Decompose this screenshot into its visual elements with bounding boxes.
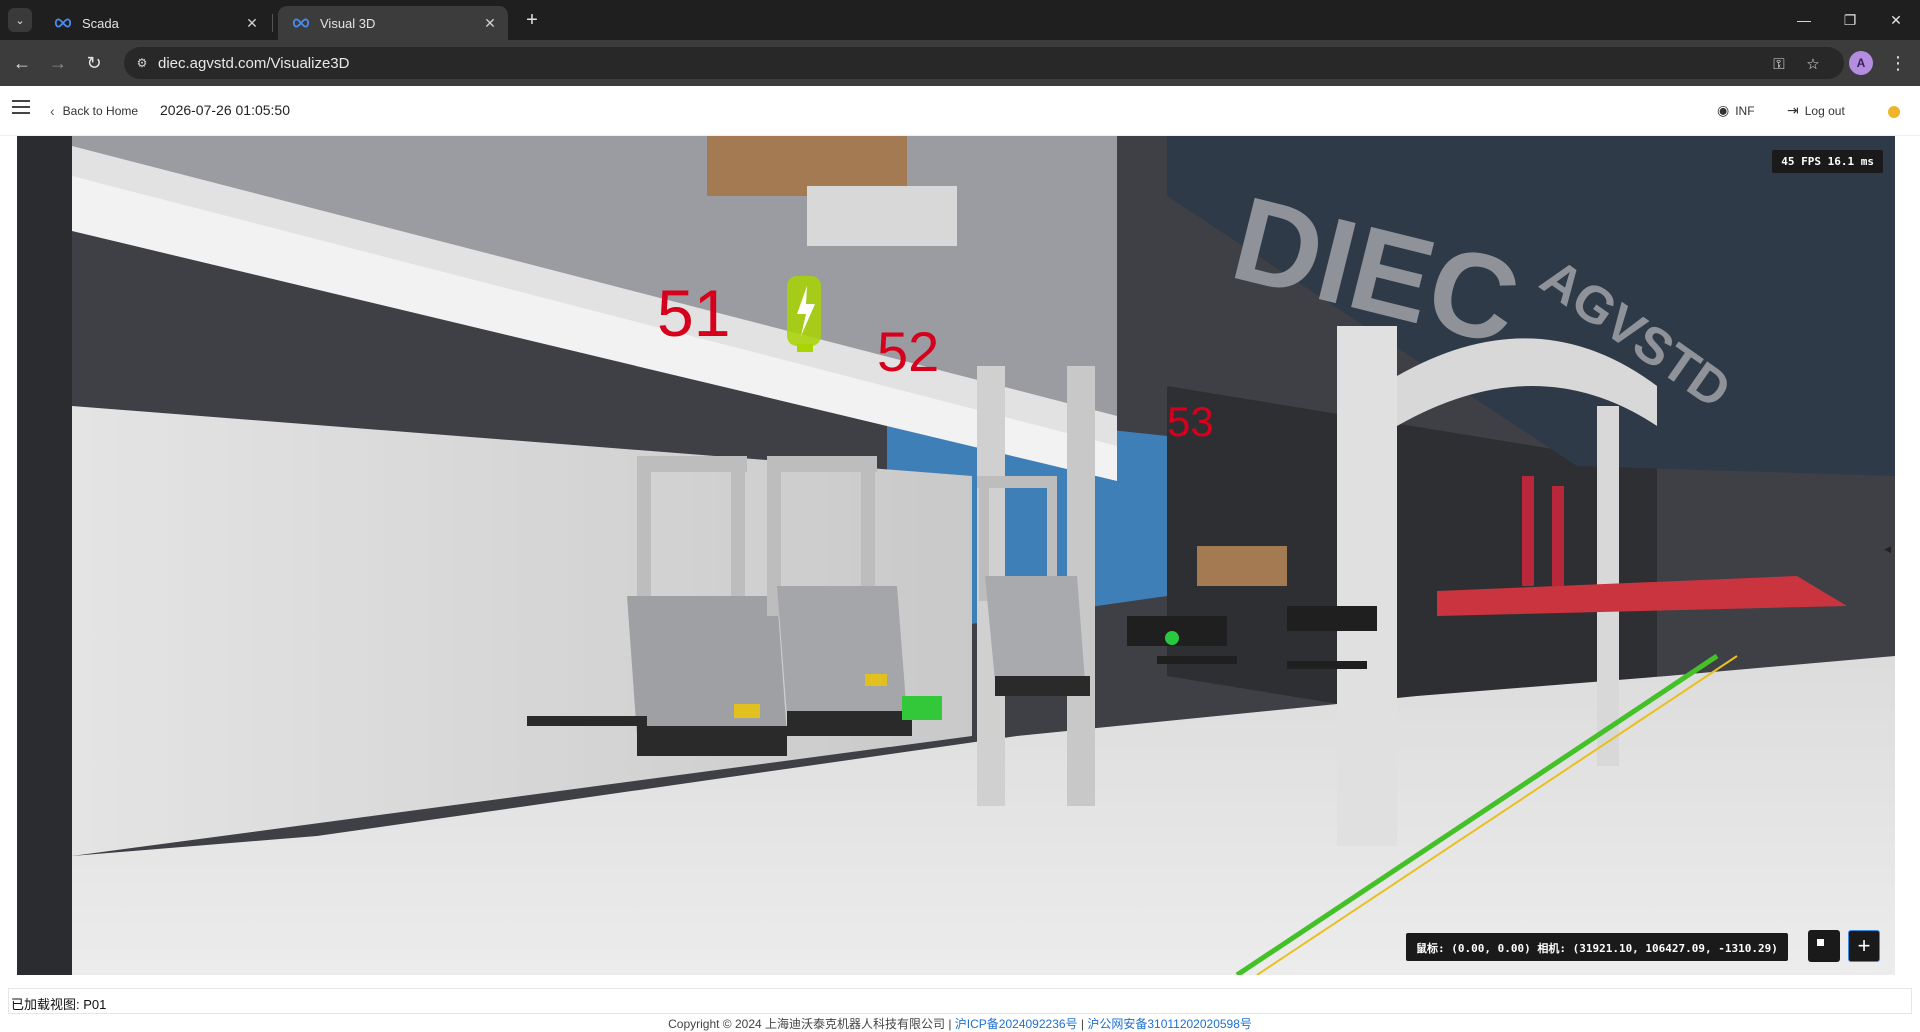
status-indicator — [1888, 106, 1900, 118]
logout-icon: ⇥ — [1787, 102, 1799, 118]
browser-toolbar: ← → ↻ ⚙ diec.agvstd.com/Visualize3D ⚿ ☆ … — [0, 40, 1920, 86]
close-icon: ✕ — [1890, 11, 1902, 28]
reload-button[interactable]: ↻ — [82, 51, 106, 75]
inf-button[interactable]: ◉ INF — [1717, 102, 1755, 119]
reload-icon: ↻ — [86, 52, 102, 73]
station-label-52: 52 — [877, 320, 939, 383]
tab-list-button[interactable]: ⌄ — [8, 8, 32, 32]
icp-link[interactable]: 沪ICP备2024092236号 — [955, 1017, 1078, 1031]
station-label-51: 51 — [657, 276, 730, 350]
infinity-icon — [292, 18, 310, 28]
close-icon[interactable]: ✕ — [480, 13, 500, 33]
inf-label: INF — [1735, 103, 1755, 118]
close-window-button[interactable]: ✕ — [1878, 6, 1914, 34]
chevron-down-icon: ⌄ — [15, 14, 25, 27]
caret-left-icon[interactable]: ◀ — [1884, 544, 1891, 555]
new-tab-button[interactable]: + — [520, 8, 544, 32]
logout-button[interactable]: ⇥ Log out — [1787, 102, 1845, 119]
fps-counter: 45 FPS 16.1 ms — [1772, 150, 1883, 173]
back-button[interactable]: ← — [10, 51, 34, 75]
tab-visual-3d[interactable]: Visual 3D ✕ — [278, 6, 508, 40]
green-cargo-box — [902, 696, 942, 720]
footer-separator: | — [1077, 1017, 1088, 1031]
back-to-home-label: Back to Home — [62, 104, 139, 118]
copyright-footer: Copyright © 2024 上海迪沃泰克机器人科技有限公司 | 沪ICP备… — [0, 1015, 1920, 1032]
user-circle-icon: ◉ — [1717, 102, 1730, 118]
red-column — [1522, 476, 1534, 586]
chevron-left-icon: ‹ — [50, 103, 55, 119]
profile-avatar[interactable]: A — [1849, 51, 1873, 75]
arrow-left-icon: ← — [13, 52, 31, 73]
current-datetime: 2026-07-26 01:05:50 — [160, 102, 290, 118]
more-menu-icon[interactable]: ⋮ — [1886, 51, 1910, 75]
close-icon[interactable]: ✕ — [242, 13, 262, 33]
copyright-text: Copyright © 2024 上海迪沃泰克机器人科技有限公司 | — [668, 1017, 955, 1031]
plus-icon: + — [526, 8, 538, 31]
mobile-robot — [1287, 606, 1377, 631]
browser-tab-bar: ⌄ Scada ✕ Visual 3D ✕ + — ❐ ✕ — [0, 0, 1920, 40]
menu-icon[interactable] — [12, 100, 30, 114]
station-label-53: 53 — [1167, 398, 1214, 445]
tab-scada[interactable]: Scada ✕ — [40, 6, 270, 40]
bench — [1157, 656, 1237, 664]
star-icon[interactable]: ☆ — [1802, 53, 1824, 75]
fullscreen-button[interactable] — [1808, 930, 1840, 962]
address-bar[interactable]: ⚙ diec.agvstd.com/Visualize3D ⚿ ☆ — [124, 47, 1844, 79]
battery-charger-indicator — [787, 276, 821, 352]
forward-button[interactable]: → — [46, 51, 70, 75]
restore-button[interactable]: ❐ — [1832, 6, 1868, 34]
square-icon — [1817, 939, 1824, 946]
minimize-button[interactable]: — — [1786, 6, 1822, 34]
minimize-icon: — — [1797, 12, 1811, 28]
arrow-right-icon: → — [49, 52, 67, 73]
red-column — [1552, 486, 1564, 586]
back-to-home-link[interactable]: ‹ Back to Home — [50, 103, 138, 119]
plus-icon: + — [1857, 933, 1871, 958]
pillar — [1337, 326, 1397, 846]
tab-title: Visual 3D — [320, 15, 376, 31]
site-info-icon[interactable]: ⚙ — [132, 53, 152, 73]
app-header: ‹ Back to Home 2026-07-26 01:05:50 ◉ INF… — [0, 86, 1920, 136]
visualize-3d-viewport[interactable]: DIEC AGVSTD 51 52 53 45 FPS 16.1 ms 鼠标: … — [17, 136, 1895, 975]
restore-icon: ❐ — [1843, 11, 1857, 28]
url-text: diec.agvstd.com/Visualize3D — [158, 55, 350, 72]
logout-label: Log out — [1804, 103, 1845, 118]
police-record-link[interactable]: 沪公网安备31011202020598号 — [1087, 1017, 1252, 1031]
cargo-stack — [1197, 546, 1287, 586]
infinity-icon — [54, 18, 72, 28]
mobile-robot-indicator — [1165, 631, 1179, 645]
add-view-button[interactable]: + — [1848, 930, 1880, 962]
bench — [1287, 661, 1367, 669]
coordinate-readout: 鼠标: (0.00, 0.00) 相机: (31921.10, 106427.0… — [1406, 933, 1788, 961]
key-icon[interactable]: ⚿ — [1768, 53, 1790, 75]
warehouse-3d-scene: DIEC AGVSTD 51 52 53 — [17, 136, 1895, 975]
tab-separator — [272, 14, 273, 32]
loaded-view-status: 已加载视图: P01 — [8, 988, 1912, 1014]
tab-title: Scada — [82, 15, 119, 31]
agv-top — [807, 186, 957, 246]
left-pillar — [17, 136, 72, 975]
